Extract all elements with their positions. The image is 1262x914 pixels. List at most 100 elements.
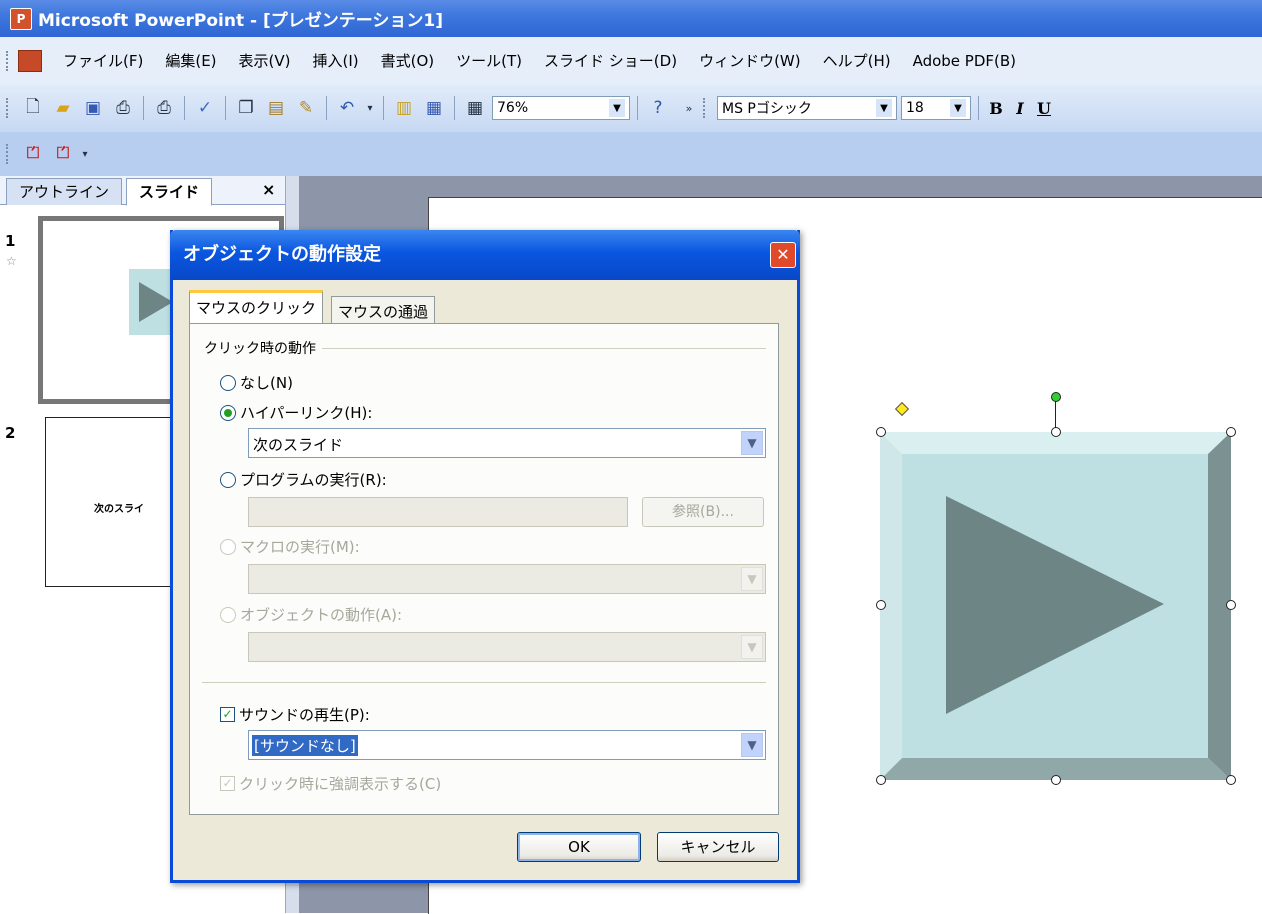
cancel-button[interactable]: キャンセル <box>657 832 779 862</box>
radio-button-icon[interactable] <box>220 538 236 555</box>
toolbar-options-icon[interactable]: ▾ <box>80 141 90 167</box>
menu-window[interactable]: ウィンドウ(W) <box>688 50 812 71</box>
powerpoint-app-icon[interactable]: P <box>10 7 32 30</box>
chevron-down-icon[interactable]: ▼ <box>741 431 763 455</box>
group-label: クリック時の動作 <box>204 338 322 358</box>
chevron-down-icon[interactable]: ▼ <box>950 99 966 117</box>
permission-icon[interactable]: ⎙ <box>110 95 136 121</box>
tab-outline[interactable]: アウトライン <box>6 178 123 205</box>
tab-mouse-click[interactable]: マウスのクリック <box>189 290 324 327</box>
toolbar-grip-icon[interactable] <box>6 144 12 164</box>
resize-handle[interactable] <box>876 427 886 437</box>
undo-dropdown-icon[interactable]: ▾ <box>364 95 376 121</box>
slide-number: 1 <box>5 232 16 250</box>
sound-select[interactable]: [サウンドなし] ▼ <box>248 730 766 760</box>
convert-and-email-pdf-icon[interactable]: ⏍ <box>52 143 74 165</box>
resize-handle[interactable] <box>876 775 886 785</box>
radio-button-icon[interactable] <box>220 606 236 623</box>
menu-bar: ファイル(F) 編集(E) 表示(V) 挿入(I) 書式(O) ツール(T) ス… <box>0 37 1262 84</box>
radio-none[interactable]: なし(N) <box>220 372 293 393</box>
menu-file[interactable]: ファイル(F) <box>52 50 154 71</box>
new-icon[interactable]: 🗋 <box>20 95 46 121</box>
print-icon[interactable]: ⎙ <box>151 95 177 121</box>
grid-icon[interactable]: ▦ <box>462 95 488 121</box>
macro-select[interactable]: ▼ <box>248 564 766 594</box>
toolbar-grip-icon[interactable] <box>703 98 709 118</box>
radio-macro-label: マクロの実行(M): <box>240 538 360 556</box>
radio-program[interactable]: プログラムの実行(R): <box>220 469 387 490</box>
tab-panel: クリック時の動作 なし(N) ハイパーリンク(H): 次のスライド ▼ プログラ… <box>189 323 779 815</box>
paste-icon[interactable]: ▤ <box>263 95 289 121</box>
sound-value: [サウンドなし] <box>252 735 358 756</box>
chevron-down-icon[interactable]: ▼ <box>741 635 763 659</box>
radio-button-selected-icon[interactable] <box>220 404 236 421</box>
radio-button-icon[interactable] <box>220 374 236 391</box>
chevron-down-icon[interactable]: ▼ <box>876 99 892 117</box>
toolbar-grip-icon[interactable] <box>6 50 12 71</box>
radio-button-icon[interactable] <box>220 471 236 488</box>
chevron-down-icon[interactable]: ▼ <box>609 99 625 117</box>
action-settings-dialog: オブジェクトの動作設定 ✕ マウスのクリック マウスの通過 クリック時の動作 な… <box>170 230 800 883</box>
insert-chart-icon[interactable]: ▥ <box>391 95 417 121</box>
font-name-select[interactable]: MS Pゴシック ▼ <box>717 96 897 120</box>
chevron-down-icon[interactable]: ▼ <box>741 733 763 757</box>
browse-button[interactable]: 参照(B)... <box>642 497 764 527</box>
menu-insert[interactable]: 挿入(I) <box>302 50 370 71</box>
radio-none-label: なし(N) <box>240 374 293 392</box>
convert-to-pdf-icon[interactable]: ⏍ <box>22 143 44 165</box>
highlight-checkbox[interactable]: ✓ クリック時に強調表示する(C) <box>220 773 441 794</box>
document-icon[interactable] <box>18 49 42 72</box>
bold-button[interactable]: B <box>984 99 1008 118</box>
toolbar-options-icon[interactable]: » <box>683 95 695 121</box>
highlight-label: クリック時に強調表示する(C) <box>239 775 442 793</box>
play-sound-checkbox[interactable]: ✓ サウンドの再生(P): <box>220 704 370 725</box>
checkbox-checked-icon[interactable]: ✓ <box>220 707 235 722</box>
radio-program-label: プログラムの実行(R): <box>240 471 387 489</box>
menu-help[interactable]: ヘルプ(H) <box>812 50 902 71</box>
insert-table-icon[interactable]: ▦ <box>421 95 447 121</box>
format-painter-icon[interactable]: ✎ <box>293 95 319 121</box>
menu-format[interactable]: 書式(O) <box>370 50 446 71</box>
radio-macro[interactable]: マクロの実行(M): <box>220 536 360 557</box>
menu-view[interactable]: 表示(V) <box>228 50 302 71</box>
radio-object-action[interactable]: オブジェクトの動作(A): <box>220 604 402 625</box>
action-button-next-shape[interactable] <box>880 432 1231 780</box>
open-folder-icon[interactable]: ▰ <box>50 95 76 121</box>
resize-handle[interactable] <box>1226 427 1236 437</box>
program-path-field[interactable] <box>248 497 628 527</box>
rotation-handle[interactable] <box>1051 392 1061 402</box>
font-size-select[interactable]: 18 ▼ <box>901 96 971 120</box>
checkbox-checked-icon[interactable]: ✓ <box>220 776 235 791</box>
italic-button[interactable]: I <box>1008 99 1032 118</box>
close-icon[interactable]: ✕ <box>770 242 796 268</box>
toolbar-grip-icon[interactable] <box>6 98 12 118</box>
ok-button[interactable]: OK <box>517 832 641 862</box>
menu-edit[interactable]: 編集(E) <box>154 50 227 71</box>
copy-icon[interactable]: ❐ <box>233 95 259 121</box>
menu-slideshow[interactable]: スライド ショー(D) <box>533 50 688 71</box>
resize-handle[interactable] <box>1051 427 1061 437</box>
close-panel-icon[interactable]: × <box>262 180 275 199</box>
help-icon[interactable]: ? <box>645 95 671 121</box>
resize-handle[interactable] <box>1051 775 1061 785</box>
object-action-select[interactable]: ▼ <box>248 632 766 662</box>
menu-tools[interactable]: ツール(T) <box>445 50 533 71</box>
resize-handle[interactable] <box>1226 600 1236 610</box>
resize-handle[interactable] <box>876 600 886 610</box>
undo-icon[interactable]: ↶ <box>334 95 360 121</box>
tab-slides[interactable]: スライド <box>126 178 213 206</box>
underline-button[interactable]: U <box>1032 99 1056 118</box>
menu-adobe-pdf[interactable]: Adobe PDF(B) <box>902 52 1027 70</box>
save-icon[interactable]: ▣ <box>80 95 106 121</box>
toolbar-separator <box>383 96 384 120</box>
radio-hyperlink[interactable]: ハイパーリンク(H): <box>220 402 372 423</box>
chevron-down-icon[interactable]: ▼ <box>741 567 763 591</box>
window-titlebar: P Microsoft PowerPoint - [プレゼンテーション1] <box>0 0 1262 37</box>
hyperlink-select[interactable]: 次のスライド ▼ <box>248 428 766 458</box>
spelling-icon[interactable]: ✓ <box>192 95 218 121</box>
standard-toolbar: 🗋 ▰ ▣ ⎙ ⎙ ✓ ❐ ▤ ✎ ↶ ▾ ▥ ▦ ▦ 76% ▼ ? » MS… <box>0 84 1262 132</box>
dialog-title: オブジェクトの動作設定 <box>183 244 381 265</box>
resize-handle[interactable] <box>1226 775 1236 785</box>
zoom-select[interactable]: 76% ▼ <box>492 96 630 120</box>
section-divider <box>202 682 766 683</box>
